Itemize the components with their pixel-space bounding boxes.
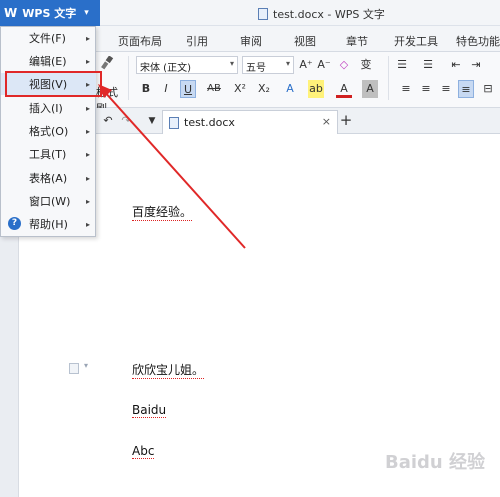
decrease-indent-icon[interactable]: ⇤ (448, 56, 464, 74)
format-painter-icon (101, 56, 114, 70)
menu-item-label: 编辑(E) (29, 55, 67, 68)
tab-page-layout[interactable]: 页面布局 (118, 33, 162, 49)
chevron-right-icon: ▸ (85, 149, 90, 159)
wps-logo-icon: W (4, 6, 18, 20)
paragraph[interactable]: 百度经验。 (132, 203, 193, 221)
subscript-button[interactable]: X₂ (256, 80, 272, 98)
app-dropdown-menu: 文件(F) ▸ 编辑(E) ▸ 视图(V) ▸ 插入(I) ▸ 格式(O) ▸ … (0, 26, 96, 237)
chevron-right-icon: ▸ (85, 196, 90, 206)
menu-item-label: 工具(T) (29, 148, 67, 161)
distributed-align-icon[interactable]: ⊟ (480, 80, 496, 98)
tab-developer[interactable]: 开发工具 (394, 33, 438, 49)
undo-icon[interactable]: ↶ (100, 112, 116, 130)
strikethrough-button[interactable]: AB (204, 80, 224, 98)
underline-button[interactable]: U (180, 80, 196, 98)
document-tab[interactable]: test.docx × (162, 110, 338, 134)
font-name-select[interactable]: 宋体 (正文) ▾ (136, 56, 238, 74)
chevron-right-icon: ▸ (85, 103, 90, 113)
font-size-value: 五号 (246, 63, 266, 74)
annotation-highlight-box (5, 71, 102, 97)
paragraph[interactable]: Baidu (132, 403, 167, 418)
numbering-icon[interactable]: ☰ (420, 56, 436, 74)
menu-item-help[interactable]: ? 帮助(H) ▸ (1, 213, 96, 235)
menu-item-label: 帮助(H) (29, 218, 68, 231)
chevron-down-icon[interactable]: ▼ (144, 112, 160, 130)
help-icon: ? (8, 217, 21, 230)
paragraph[interactable]: 欣欣宝儿姐。 (132, 361, 205, 379)
title-bar: W WPS 文字 ▾ test.docx - WPS 文字 (0, 0, 500, 26)
text-effect-button[interactable]: A (282, 80, 298, 98)
menu-item-insert[interactable]: 插入(I) ▸ (1, 97, 96, 119)
align-right-icon[interactable]: ≡ (438, 80, 454, 98)
chevron-down-icon: ▾ (229, 59, 234, 68)
menu-item-label: 窗口(W) (29, 195, 71, 208)
menu-item-tools[interactable]: 工具(T) ▸ (1, 143, 96, 165)
superscript-button[interactable]: X² (232, 80, 248, 98)
window-title-text: test.docx - WPS 文字 (273, 8, 385, 21)
separator (128, 56, 129, 100)
font-size-select[interactable]: 五号 ▾ (242, 56, 294, 74)
justify-icon[interactable]: ≡ (458, 80, 474, 98)
ribbon-tabs: 页面布局 引用 审阅 视图 章节 开发工具 特色功能 (96, 26, 500, 52)
menu-item-window[interactable]: 窗口(W) ▸ (1, 190, 96, 212)
tab-view[interactable]: 视图 (294, 33, 316, 49)
clear-format-button[interactable]: ◇ (336, 56, 352, 74)
chevron-right-icon: ▸ (85, 126, 90, 136)
bullets-icon[interactable]: ☰ (394, 56, 410, 74)
menu-item-label: 格式(O) (29, 125, 69, 138)
align-left-icon[interactable]: ≡ (398, 80, 414, 98)
menu-item-label: 表格(A) (29, 172, 68, 185)
menu-item-label: 文件(F) (29, 32, 66, 45)
shrink-font-button[interactable]: A⁻ (316, 56, 332, 74)
new-tab-button[interactable]: + (338, 111, 354, 129)
chevron-down-icon: ▾ (84, 8, 89, 18)
redo-icon[interactable]: ↷ (118, 112, 134, 130)
paragraph-marker-icon[interactable] (69, 363, 79, 374)
highlight-button[interactable]: ab (308, 80, 324, 98)
document-tab-bar: ↶ ↷ ▼ test.docx × + (96, 108, 500, 134)
document-icon (258, 8, 268, 20)
app-name-label: WPS 文字 (22, 7, 77, 20)
chevron-right-icon: ▸ (85, 219, 90, 229)
increase-indent-icon[interactable]: ⇥ (468, 56, 484, 74)
ribbon-toolbar: 格式刷 宋体 (正文) ▾ 五号 ▾ A⁺ A⁻ ◇ 变 B I U AB X²… (96, 52, 500, 115)
menu-item-label: 插入(I) (29, 102, 63, 115)
chevron-right-icon: ▸ (85, 33, 90, 43)
chevron-down-icon: ▾ (84, 361, 89, 370)
tab-chapter[interactable]: 章节 (346, 33, 368, 49)
menu-item-file[interactable]: 文件(F) ▸ (1, 27, 96, 49)
font-color-button[interactable]: A (336, 80, 352, 98)
document-icon (169, 116, 179, 129)
tab-special-features[interactable]: 特色功能 (456, 33, 500, 49)
tab-review[interactable]: 审阅 (240, 33, 262, 49)
align-center-icon[interactable]: ≡ (418, 80, 434, 98)
chevron-down-icon: ▾ (285, 59, 290, 68)
document-tab-label: test.docx (184, 116, 235, 129)
close-icon[interactable]: × (322, 115, 331, 128)
paragraph[interactable]: Abc (132, 444, 155, 459)
chevron-right-icon: ▸ (85, 56, 90, 66)
window-title: test.docx - WPS 文字 (258, 6, 385, 22)
bold-button[interactable]: B (138, 80, 154, 98)
italic-button[interactable]: I (158, 80, 174, 98)
chevron-right-icon: ▸ (85, 173, 90, 183)
tab-references[interactable]: 引用 (186, 33, 208, 49)
font-name-value: 宋体 (正文) (140, 63, 191, 74)
phonetic-guide-button[interactable]: 变 (358, 56, 374, 74)
grow-font-button[interactable]: A⁺ (298, 56, 314, 74)
watermark: Baidu 经验 (385, 452, 486, 473)
char-shading-button[interactable]: A (362, 80, 378, 98)
menu-item-table[interactable]: 表格(A) ▸ (1, 167, 96, 189)
wps-app-menu-button[interactable]: W WPS 文字 ▾ (0, 0, 100, 26)
menu-item-format[interactable]: 格式(O) ▸ (1, 120, 96, 142)
menu-item-edit[interactable]: 编辑(E) ▸ (1, 50, 96, 72)
separator (388, 56, 389, 100)
